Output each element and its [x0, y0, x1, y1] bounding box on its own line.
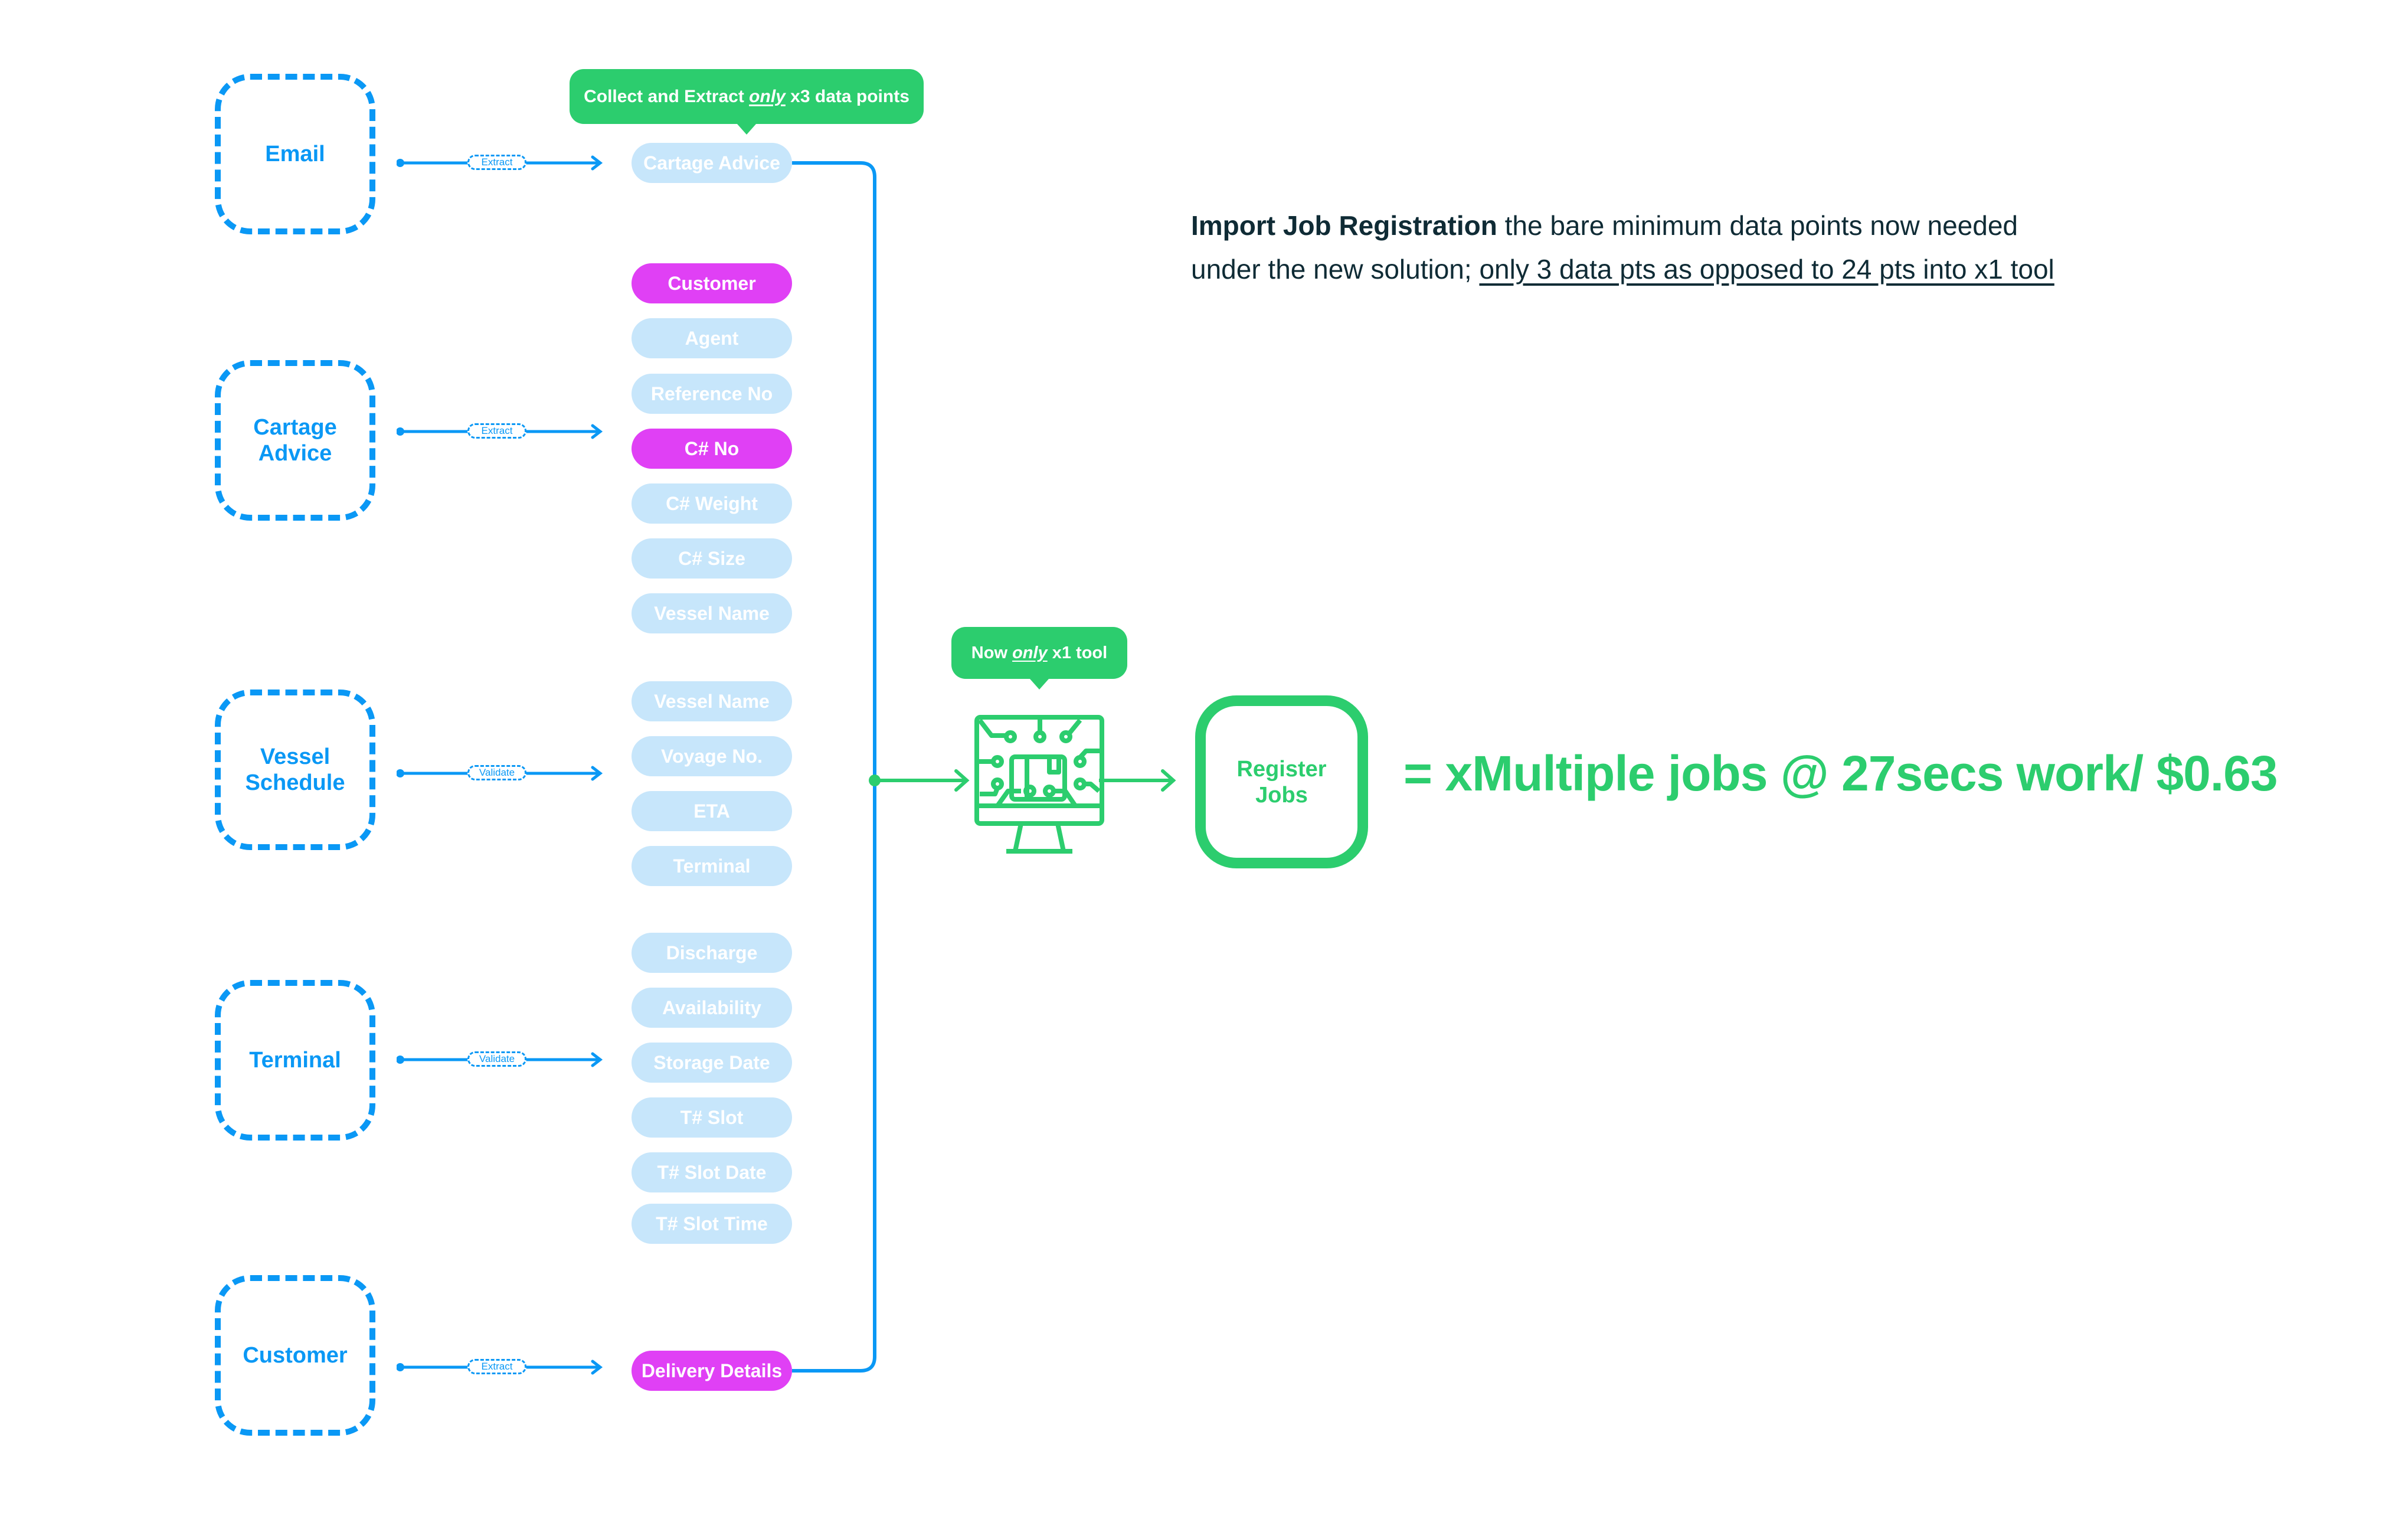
- source-vessel-schedule[interactable]: Vessel Schedule: [215, 690, 375, 850]
- result-headline: = xMultiple jobs @ 27secs work/ $0.63: [1403, 746, 2278, 801]
- data-point-pill[interactable]: Delivery Details: [632, 1351, 792, 1391]
- tooltip-text: Collect and Extract: [584, 86, 750, 106]
- data-point-pill[interactable]: Vessel Name: [632, 681, 792, 721]
- data-point-pill[interactable]: Storage Date: [632, 1043, 792, 1083]
- connector-label: Validate: [467, 1051, 526, 1067]
- source-cartage-advice[interactable]: Cartage Advice: [215, 360, 375, 521]
- tooltip-text: Now: [971, 643, 1013, 662]
- connector-label: Extract: [467, 1359, 526, 1374]
- register-jobs-box[interactable]: Register Jobs: [1195, 695, 1368, 868]
- source-label: Cartage Advice: [253, 415, 337, 466]
- data-point-pill[interactable]: Voyage No.: [632, 736, 792, 776]
- tooltip-single-tool: Now only x1 tool: [951, 627, 1127, 690]
- connector-cartage-advice: Extract: [396, 420, 603, 443]
- data-point-pill[interactable]: T# Slot: [632, 1097, 792, 1138]
- data-point-pill[interactable]: Reference No: [632, 374, 792, 414]
- data-point-pill[interactable]: Customer: [632, 263, 792, 303]
- connector-label: Extract: [467, 423, 526, 439]
- tooltip-emphasis: only: [749, 86, 786, 106]
- connector-label: Extract: [467, 155, 526, 170]
- tooltip-text: x3 data points: [785, 86, 909, 106]
- register-label-line2: Jobs: [1255, 782, 1308, 808]
- circuit-monitor-icon: [974, 715, 1104, 854]
- data-point-pill[interactable]: Cartage Advice: [632, 143, 792, 183]
- data-point-pill[interactable]: Terminal: [632, 846, 792, 886]
- source-customer[interactable]: Customer: [215, 1275, 375, 1436]
- bus-junction-dot: [869, 775, 881, 786]
- connector-label: Validate: [467, 765, 526, 780]
- description-text: under the new solution;: [1191, 254, 1480, 285]
- connector-terminal: Validate: [396, 1048, 603, 1071]
- source-label: Customer: [243, 1343, 348, 1368]
- data-point-pill[interactable]: Availability: [632, 988, 792, 1028]
- connector-customer: Extract: [396, 1355, 603, 1379]
- data-point-pill[interactable]: Agent: [632, 318, 792, 358]
- connector-email: Extract: [396, 151, 603, 175]
- data-point-pill[interactable]: Discharge: [632, 933, 792, 973]
- description-highlight: only 3 data pts as opposed to 24 pts int…: [1479, 254, 2054, 285]
- data-point-pill[interactable]: C# No: [632, 429, 792, 469]
- register-label-line1: Register: [1236, 756, 1327, 782]
- tooltip-collect-extract: Collect and Extract only x3 data points: [570, 69, 924, 135]
- data-point-pill[interactable]: T# Slot Time: [632, 1204, 792, 1244]
- description-title: Import Job Registration: [1191, 210, 1497, 241]
- data-point-pill[interactable]: C# Weight: [632, 483, 792, 524]
- source-label: Terminal: [249, 1048, 341, 1073]
- source-label: Vessel Schedule: [245, 744, 345, 795]
- connector-vessel-schedule: Validate: [396, 762, 603, 785]
- source-label: Email: [265, 142, 325, 166]
- data-point-pill[interactable]: Vessel Name: [632, 593, 792, 633]
- data-point-pill[interactable]: T# Slot Date: [632, 1152, 792, 1192]
- data-point-pill[interactable]: C# Size: [632, 538, 792, 579]
- source-terminal[interactable]: Terminal: [215, 980, 375, 1141]
- collector-bus-line: [792, 161, 876, 1373]
- data-point-pill[interactable]: ETA: [632, 791, 792, 831]
- tooltip-text: x1 tool: [1047, 643, 1108, 662]
- source-email[interactable]: Email: [215, 74, 375, 234]
- description: Import Job Registration the bare minimum…: [1191, 204, 2054, 291]
- description-text: the bare minimum data points now needed: [1497, 210, 2018, 241]
- tooltip-emphasis: only: [1012, 643, 1048, 662]
